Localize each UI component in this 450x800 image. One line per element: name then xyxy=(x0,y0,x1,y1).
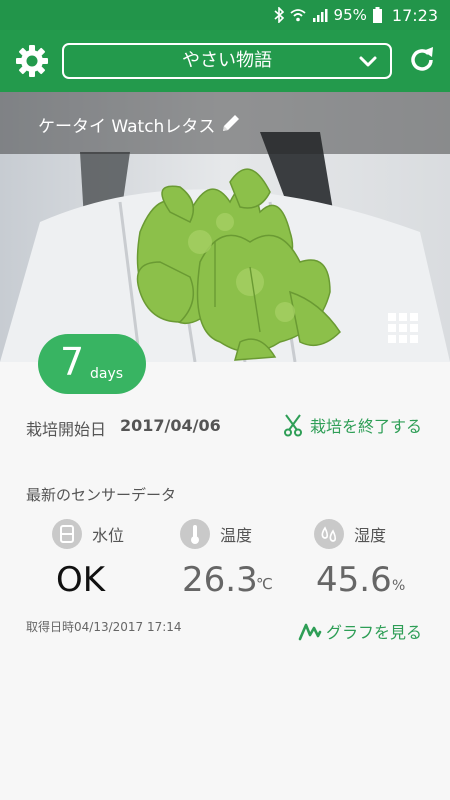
sensor-section-title: 最新のセンサーデータ xyxy=(26,486,177,504)
battery-icon xyxy=(372,7,382,23)
refresh-icon[interactable] xyxy=(406,44,438,76)
battery-percent: 95% xyxy=(333,6,367,24)
status-time: 17:23 xyxy=(391,5,438,25)
end-cultivation-label: 栽培を終了する xyxy=(310,417,423,436)
start-date-label: 栽培開始日 xyxy=(26,420,107,439)
app-screen: 95% 17:23 やさい物語 ケータイ Watchレタス 7 days 栽培開… xyxy=(0,0,450,800)
humidity-unit: % xyxy=(392,578,406,594)
temperature-value: 26.3 xyxy=(182,560,258,600)
gear-icon[interactable] xyxy=(14,43,50,79)
pencil-icon[interactable] xyxy=(220,112,242,134)
view-graph-button[interactable]: グラフを見る xyxy=(298,619,422,643)
project-selector[interactable]: やさい物語 xyxy=(62,43,392,79)
selector-label: やさい物語 xyxy=(182,50,272,71)
bluetooth-icon xyxy=(274,7,284,23)
view-graph-label: グラフを見る xyxy=(326,623,423,642)
end-cultivation-button[interactable]: 栽培を終了する xyxy=(282,412,422,438)
acquired-timestamp: 取得日時04/13/2017 17:14 xyxy=(26,620,182,634)
water-level-label: 水位 xyxy=(92,526,125,545)
days-badge: 7 days xyxy=(38,334,146,394)
temperature-label: 温度 xyxy=(220,526,253,545)
thermometer-icon xyxy=(180,519,210,549)
days-unit: days xyxy=(90,366,124,382)
humidity-label: 湿度 xyxy=(354,526,387,545)
plant-photo: ケータイ Watchレタス xyxy=(0,92,450,362)
temperature-unit: ℃ xyxy=(256,575,273,593)
chevron-down-icon xyxy=(359,56,377,67)
app-bar: やさい物語 xyxy=(0,30,450,92)
status-bar: 95% 17:23 xyxy=(0,0,450,30)
water-level-icon xyxy=(52,519,82,549)
graph-icon xyxy=(298,623,322,641)
grid-icon[interactable] xyxy=(387,312,419,344)
water-level-value: OK xyxy=(56,560,106,600)
signal-icon xyxy=(312,9,328,22)
scissors-icon xyxy=(284,414,302,437)
wifi-icon xyxy=(289,9,306,22)
start-date-value: 2017/04/06 xyxy=(120,416,221,435)
humidity-icon xyxy=(314,519,344,549)
humidity-value: 45.6 xyxy=(316,560,392,600)
plant-name: ケータイ Watchレタス xyxy=(38,117,216,137)
days-number: 7 xyxy=(60,340,85,384)
